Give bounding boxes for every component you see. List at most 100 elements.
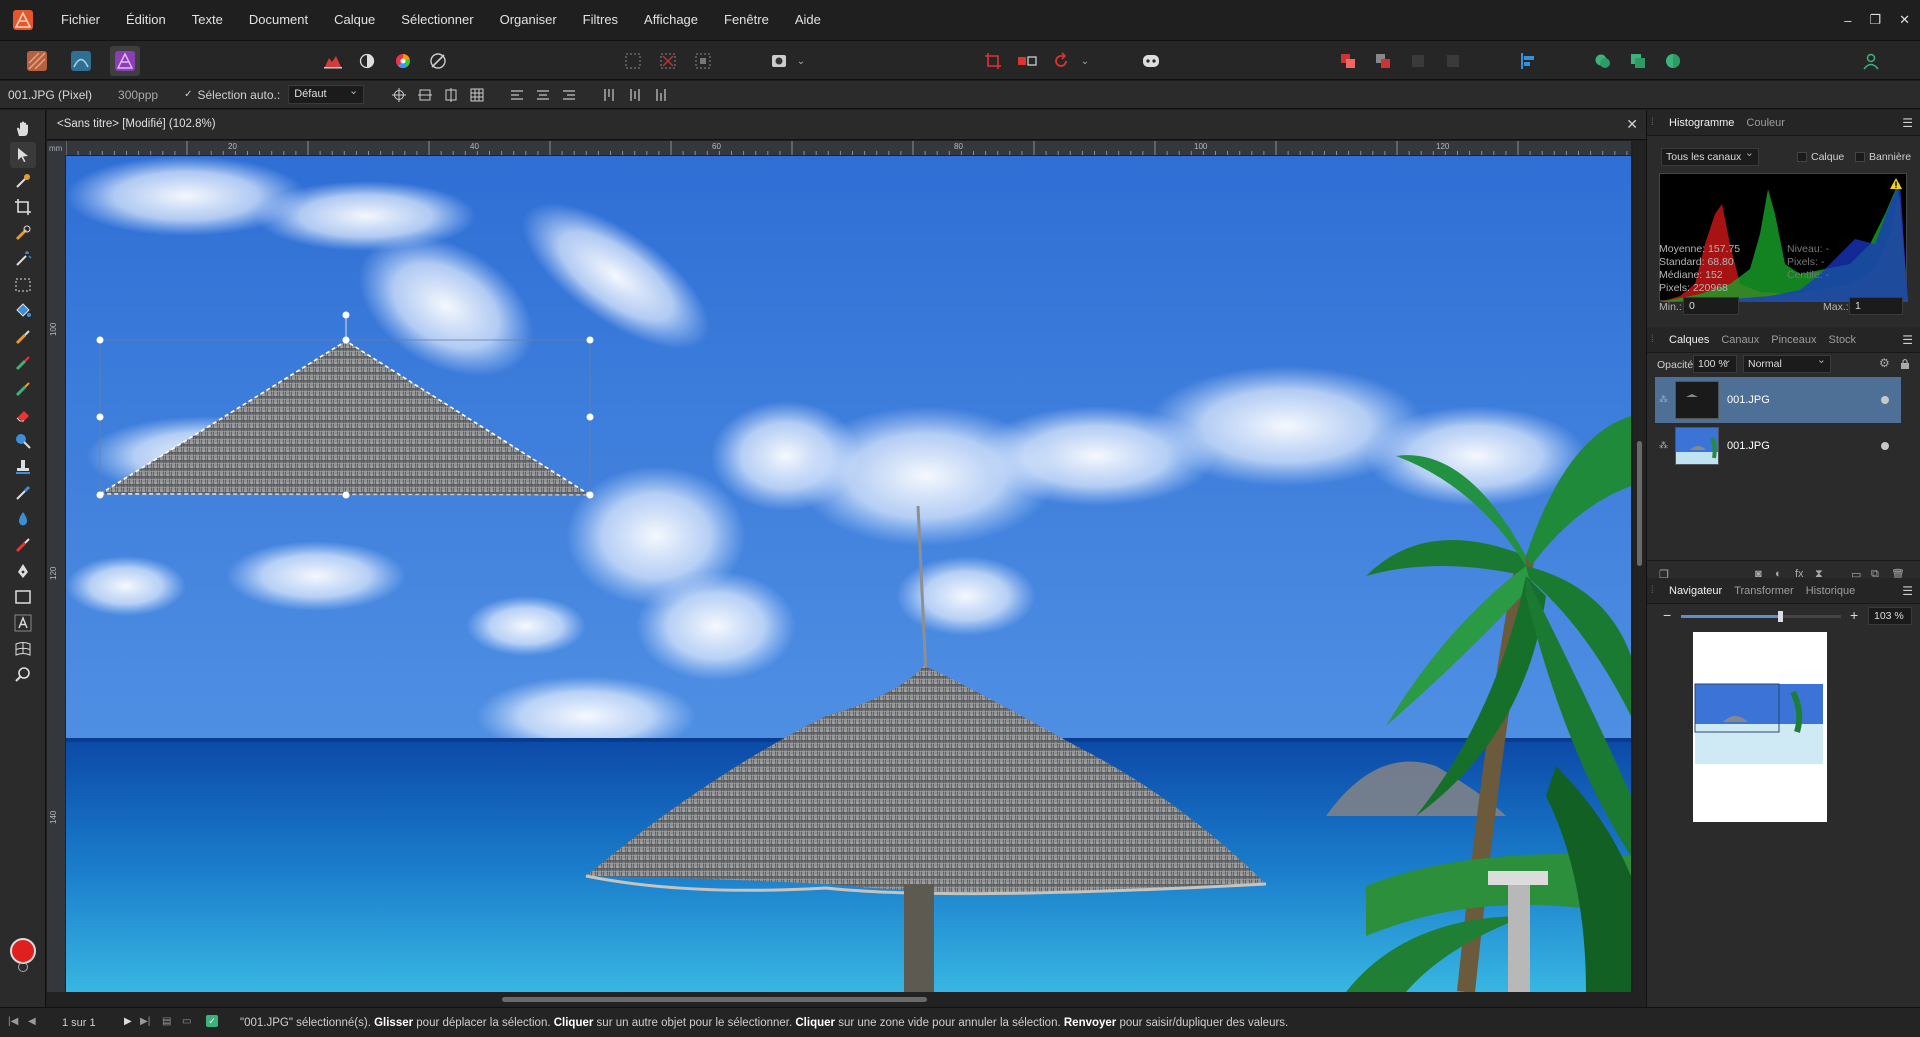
zoom-in-button[interactable]: + xyxy=(1850,607,1858,623)
selection-invert-button[interactable] xyxy=(690,48,716,74)
menu-selectionner[interactable]: Sélectionner xyxy=(388,0,486,40)
view-tool[interactable] xyxy=(10,116,36,142)
move-tool[interactable] xyxy=(10,142,36,168)
align-center-button[interactable] xyxy=(534,86,552,104)
visibility-toggle[interactable] xyxy=(1881,442,1889,450)
lock-icon[interactable] xyxy=(1900,358,1910,370)
layer-row[interactable]: ⁂ 001.JPG xyxy=(1655,423,1901,469)
align-top-button[interactable] xyxy=(600,86,618,104)
snapping-button[interactable] xyxy=(442,86,460,104)
channels-dropdown[interactable]: Tous les canaux xyxy=(1661,146,1759,166)
next-page-icon[interactable]: ▶ xyxy=(124,1016,132,1027)
artistic-text-tool[interactable] xyxy=(10,610,36,636)
menu-document[interactable]: Document xyxy=(236,0,321,40)
align-middle-button[interactable] xyxy=(626,86,644,104)
assistant-button[interactable] xyxy=(1138,48,1164,74)
mixer-brush-tool[interactable] xyxy=(10,350,36,376)
secondary-color-swatch[interactable] xyxy=(18,962,28,972)
first-page-icon[interactable]: |◀ xyxy=(8,1016,18,1027)
smudge-brush-tool[interactable] xyxy=(10,532,36,558)
drag-handle-icon[interactable]: ⁞ xyxy=(1651,585,1663,596)
menu-organiser[interactable]: Organiser xyxy=(487,0,570,40)
zoom-slider-thumb[interactable] xyxy=(1778,611,1784,622)
align-bottom-button[interactable] xyxy=(652,86,670,104)
magic-wand-tool[interactable] xyxy=(10,246,36,272)
record-macro-icon[interactable]: ▤ xyxy=(162,1016,171,1027)
minimize-button[interactable]: – xyxy=(1844,13,1851,28)
clone-brush-tool[interactable] xyxy=(10,454,36,480)
drag-handle-icon[interactable]: ⁂ xyxy=(1659,394,1668,405)
auto-contrast-button[interactable] xyxy=(354,48,380,74)
banner-checkbox[interactable] xyxy=(1855,152,1865,162)
navigator-preview[interactable] xyxy=(1693,632,1827,822)
selection-mode-new-button[interactable] xyxy=(620,48,646,74)
crop-tool-toggle-button[interactable] xyxy=(980,48,1006,74)
boolean-subtract-button[interactable] xyxy=(1625,48,1651,74)
layer-name[interactable]: 001.JPG xyxy=(1727,440,1770,452)
opacity-dropdown[interactable]: 100 % xyxy=(1693,353,1737,373)
pen-tool[interactable] xyxy=(10,558,36,584)
drag-handle-icon[interactable]: ⁞ xyxy=(1651,334,1663,345)
auto-white-balance-button[interactable] xyxy=(425,48,451,74)
rotate-dropdown[interactable]: ⌄ xyxy=(1078,48,1092,74)
menu-fenetre[interactable]: Fenêtre xyxy=(711,0,782,40)
dodge-brush-tool[interactable] xyxy=(10,428,36,454)
liquify-persona-button[interactable] xyxy=(66,46,96,76)
panel-menu-icon[interactable]: ☰ xyxy=(1902,116,1913,130)
horizontal-scroll-thumb[interactable] xyxy=(502,997,927,1002)
selection-brush-tool[interactable] xyxy=(10,220,36,246)
zoom-tool[interactable] xyxy=(10,662,36,688)
drag-handle-icon[interactable]: ⁞ xyxy=(1651,117,1663,128)
quick-mask-button[interactable] xyxy=(766,48,792,74)
develop-persona-button[interactable] xyxy=(110,46,140,76)
blur-brush-tool[interactable] xyxy=(10,506,36,532)
max-input[interactable]: 1 xyxy=(1849,297,1903,315)
mesh-warp-tool[interactable] xyxy=(10,636,36,662)
arrange-front-button[interactable] xyxy=(1370,48,1396,74)
affinity-photo-logo-icon[interactable] xyxy=(12,9,34,31)
grid-button[interactable] xyxy=(468,86,486,104)
zoom-out-button[interactable]: − xyxy=(1663,607,1671,623)
rotate-button[interactable] xyxy=(1048,48,1074,74)
panel-menu-icon[interactable]: ☰ xyxy=(1902,584,1913,598)
blend-mode-dropdown[interactable]: Normal xyxy=(1743,353,1831,373)
menu-texte[interactable]: Texte xyxy=(179,0,236,40)
restore-button[interactable]: ❐ xyxy=(1869,12,1881,28)
vertical-scrollbar[interactable] xyxy=(1633,141,1646,992)
align-button[interactable] xyxy=(1515,48,1541,74)
primary-color-swatch[interactable] xyxy=(10,938,36,964)
close-document-icon[interactable]: ✕ xyxy=(1626,116,1638,133)
selection-clear-button[interactable] xyxy=(655,48,681,74)
horizontal-scrollbar[interactable] xyxy=(47,992,1646,1007)
flood-fill-tool[interactable] xyxy=(10,298,36,324)
auto-levels-button[interactable] xyxy=(320,48,346,74)
marquee-tool[interactable] xyxy=(10,272,36,298)
tab-couleur[interactable]: Couleur xyxy=(1740,117,1791,129)
show-bounding-box-button[interactable] xyxy=(416,86,434,104)
auto-select-dropdown[interactable]: Défaut xyxy=(288,84,365,104)
healing-brush-tool[interactable] xyxy=(10,480,36,506)
color-replacement-tool[interactable] xyxy=(10,376,36,402)
layer-row[interactable]: ⁂ 001.JPG xyxy=(1655,377,1901,423)
erase-brush-tool[interactable] xyxy=(10,402,36,428)
last-page-icon[interactable]: ▶| xyxy=(140,1016,150,1027)
align-right-button[interactable] xyxy=(560,86,578,104)
tab-canaux[interactable]: Canaux xyxy=(1715,334,1765,346)
menu-calque[interactable]: Calque xyxy=(321,0,388,40)
drag-handle-icon[interactable]: ⁂ xyxy=(1659,440,1668,451)
tab-stock[interactable]: Stock xyxy=(1823,334,1863,346)
tab-navigateur[interactable]: Navigateur xyxy=(1663,585,1728,597)
photo-persona-button[interactable] xyxy=(22,46,52,76)
menu-affichage[interactable]: Affichage xyxy=(631,0,711,40)
zoom-field[interactable]: 103 % xyxy=(1868,607,1912,625)
boolean-intersect-button[interactable] xyxy=(1660,48,1686,74)
prev-page-icon[interactable]: ◀ xyxy=(28,1016,36,1027)
boolean-add-button[interactable] xyxy=(1590,48,1616,74)
menu-fichier[interactable]: Fichier xyxy=(48,0,113,40)
account-button[interactable] xyxy=(1858,48,1884,74)
layer-name[interactable]: 001.JPG xyxy=(1727,394,1770,406)
tab-calques[interactable]: Calques xyxy=(1663,334,1715,346)
tab-histogramme[interactable]: Histogramme xyxy=(1663,117,1740,129)
transform-origin-button[interactable] xyxy=(390,86,408,104)
min-input[interactable]: 0 xyxy=(1683,297,1739,315)
